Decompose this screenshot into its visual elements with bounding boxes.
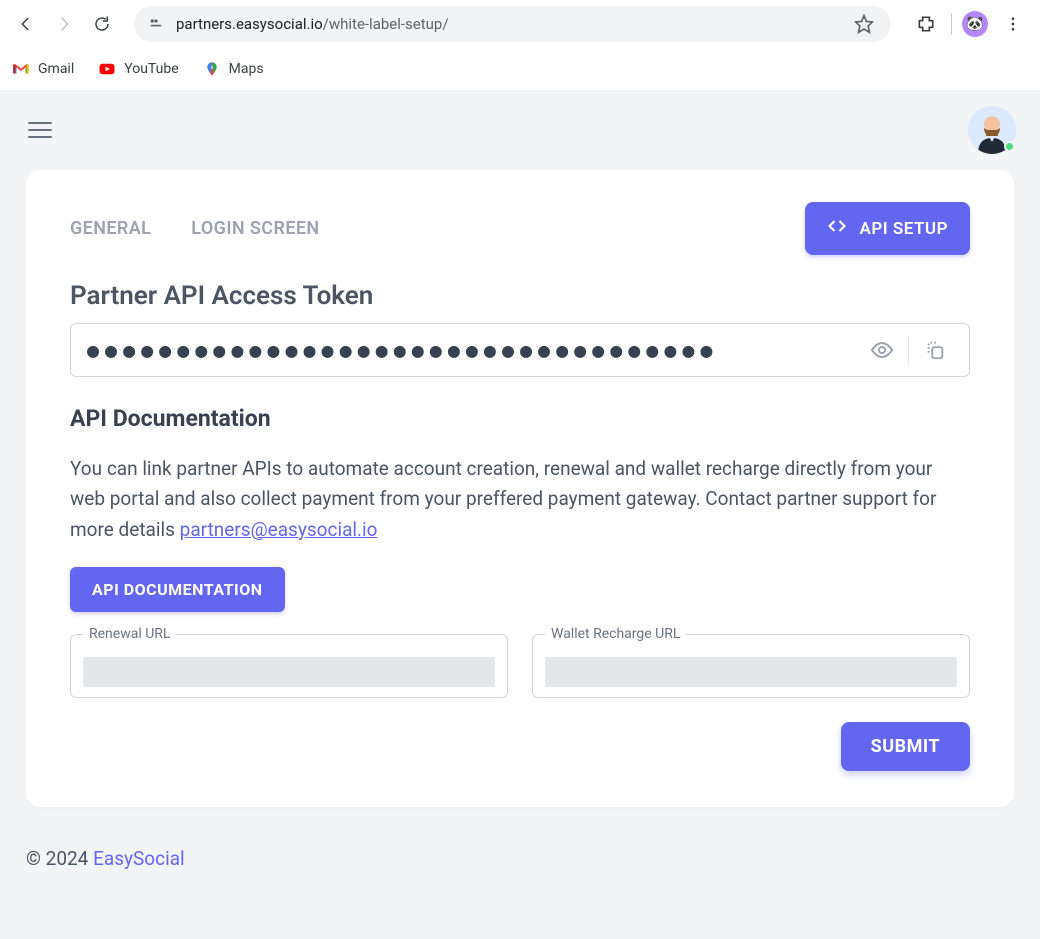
token-field: ●●●●●●●●●●●●●●●●●●●●●●●●●●●●●●●●●●● xyxy=(70,323,970,377)
renewal-url-field: Renewal URL xyxy=(70,634,508,698)
url-fields: Renewal URL Wallet Recharge URL xyxy=(70,634,970,698)
tab-login-screen[interactable]: LOGIN SCREEN xyxy=(191,212,319,245)
bookmark-youtube[interactable]: YouTube xyxy=(98,60,178,78)
url-text: partners.easysocial.io/white-label-setup… xyxy=(176,15,839,33)
doc-description: You can link partner APIs to automate ac… xyxy=(70,454,970,545)
footer: © 2024 EasySocial xyxy=(0,807,1040,870)
renewal-url-label: Renewal URL xyxy=(83,626,176,642)
brand-link[interactable]: EasySocial xyxy=(93,847,185,870)
api-documentation-button[interactable]: API DOCUMENTATION xyxy=(70,567,285,612)
menu-toggle-button[interactable] xyxy=(24,114,56,146)
gmail-icon xyxy=(12,60,30,78)
bookmark-gmail[interactable]: Gmail xyxy=(12,60,74,78)
copy-token-button[interactable] xyxy=(917,332,953,368)
tabs-row: GENERAL LOGIN SCREEN API SETUP xyxy=(70,202,970,255)
bookmark-maps[interactable]: Maps xyxy=(203,60,264,78)
extensions-icon[interactable] xyxy=(911,9,941,39)
api-setup-label: API SETUP xyxy=(859,219,948,239)
profile-menu[interactable] xyxy=(968,106,1016,154)
bookmark-star-icon[interactable] xyxy=(849,9,879,39)
toolbar-divider xyxy=(951,13,952,35)
status-online-indicator xyxy=(1004,141,1015,152)
code-icon xyxy=(827,216,847,241)
wallet-url-input[interactable] xyxy=(545,657,957,687)
token-title: Partner API Access Token xyxy=(70,281,970,311)
wallet-url-label: Wallet Recharge URL xyxy=(545,626,686,642)
browser-profile-avatar[interactable]: 🐼 xyxy=(962,11,988,37)
doc-title: API Documentation xyxy=(70,405,970,432)
submit-button[interactable]: SUBMIT xyxy=(841,722,970,771)
address-bar[interactable]: partners.easysocial.io/white-label-setup… xyxy=(134,6,891,42)
app-root: GENERAL LOGIN SCREEN API SETUP Partner A… xyxy=(0,90,1040,939)
wallet-url-field: Wallet Recharge URL xyxy=(532,634,970,698)
forward-button[interactable] xyxy=(50,10,78,38)
bookmark-label: Maps xyxy=(229,61,264,77)
back-button[interactable] xyxy=(12,10,40,38)
tab-general[interactable]: GENERAL xyxy=(70,212,151,245)
reveal-token-button[interactable] xyxy=(864,332,900,368)
browser-menu-icon[interactable] xyxy=(998,9,1028,39)
renewal-url-input[interactable] xyxy=(83,657,495,687)
support-email-link[interactable]: partners@easysocial.io xyxy=(180,518,378,541)
tab-api-setup[interactable]: API SETUP xyxy=(805,202,970,255)
bookmark-label: Gmail xyxy=(38,61,74,77)
maps-icon xyxy=(203,60,221,78)
divider xyxy=(908,336,909,364)
copyright-text: © 2024 xyxy=(26,847,93,870)
browser-toolbar: partners.easysocial.io/white-label-setup… xyxy=(0,0,1040,48)
bookmark-label: YouTube xyxy=(124,61,178,77)
settings-card: GENERAL LOGIN SCREEN API SETUP Partner A… xyxy=(26,170,1014,807)
reload-button[interactable] xyxy=(88,10,116,38)
site-info-icon[interactable] xyxy=(146,14,166,34)
bookmarks-bar: Gmail YouTube Maps xyxy=(0,48,1040,90)
app-header xyxy=(0,90,1040,170)
youtube-icon xyxy=(98,60,116,78)
token-masked-value: ●●●●●●●●●●●●●●●●●●●●●●●●●●●●●●●●●●● xyxy=(87,338,856,362)
